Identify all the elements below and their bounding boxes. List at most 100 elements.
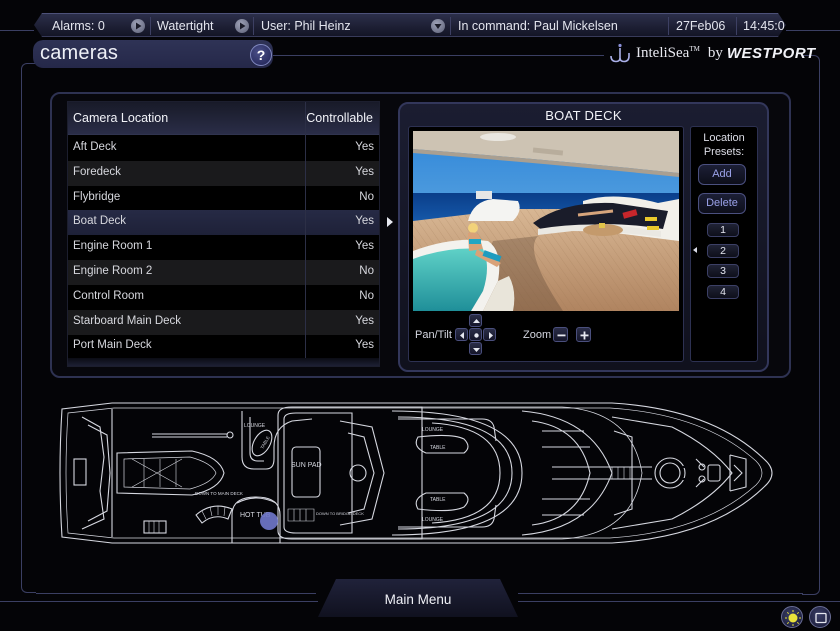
minus-icon — [557, 334, 566, 337]
column-divider — [305, 102, 306, 360]
help-button[interactable]: ? — [250, 44, 272, 66]
zoom-out-button[interactable] — [553, 327, 568, 342]
frame-bottom-rule-left — [36, 593, 316, 594]
brand-by: by — [707, 44, 723, 61]
camera-location-cell: Starboard Main Deck — [73, 314, 182, 327]
boat-deck-camera-image — [413, 131, 679, 311]
camera-location-cell: Foredeck — [73, 165, 121, 178]
user-dropdown-button[interactable] — [431, 19, 445, 33]
arrow-right-icon — [489, 332, 493, 339]
separator — [668, 17, 669, 35]
separator — [253, 17, 254, 35]
table-row[interactable]: Port Main Deck Yes — [68, 334, 379, 359]
table-footer — [68, 358, 379, 366]
chevron-down-icon — [431, 19, 445, 33]
controllable-cell: Yes — [355, 240, 374, 253]
table-row[interactable]: Aft Deck Yes — [68, 136, 379, 161]
table-row[interactable]: Engine Room 2 No — [68, 260, 379, 285]
frame-line-top-right — [786, 30, 840, 31]
table-row[interactable]: Engine Room 1 Yes — [68, 235, 379, 260]
trademark: TM — [689, 44, 700, 53]
table-row[interactable]: Flybridge No — [68, 186, 379, 211]
label-lounge-top: LOUNGE — [422, 427, 444, 433]
camera-location-cell: Boat Deck — [73, 215, 127, 228]
location-presets-label: Location Presets: — [703, 132, 745, 158]
camera-location-cell: Engine Room 2 — [73, 265, 153, 277]
zoom-label: Zoom — [523, 329, 552, 341]
separator — [150, 17, 151, 35]
brand-name-text: InteliSea — [636, 44, 690, 61]
play-arrow-icon — [235, 19, 249, 33]
brand-logo: InteliSeaTM by WESTPORT — [608, 42, 816, 64]
date: 27Feb06 — [676, 19, 726, 33]
preset-button-3[interactable]: 3 — [707, 264, 739, 278]
camera-video-feed[interactable] — [413, 131, 679, 311]
frame-base-line — [0, 601, 318, 602]
add-preset-button[interactable]: Add — [698, 164, 746, 185]
table-header: Camera Location Controllable — [68, 102, 379, 135]
table-row[interactable]: Foredeck Yes — [68, 160, 379, 186]
tilt-down-button[interactable] — [469, 342, 482, 355]
preset-button-4[interactable]: 4 — [707, 284, 739, 299]
intelisea-anchor-icon — [610, 43, 630, 63]
frame-title-rule — [272, 55, 604, 56]
controllable-cell: Yes — [355, 314, 374, 327]
label-lounge-aft: LOUNGE — [244, 423, 266, 429]
selected-row-arrow-icon — [387, 217, 393, 227]
watertight-arrow-button[interactable] — [235, 19, 249, 33]
controllable-cell: No — [359, 190, 374, 203]
camera-location-cell: Flybridge — [73, 190, 121, 203]
table-row[interactable]: Boat Deck Yes — [68, 210, 379, 236]
label-down-to-main-deck: DOWN TO MAIN DECK — [195, 491, 243, 496]
alarms-arrow-button[interactable] — [131, 19, 145, 33]
controllable-cell: No — [359, 265, 374, 277]
label-table-bottom: TABLE — [430, 497, 446, 503]
in-command: In command: Paul Mickelsen — [458, 19, 618, 33]
page-title: cameras — [40, 42, 119, 64]
display-mode-button[interactable] — [809, 606, 831, 628]
frame-bottom-rule-right — [518, 593, 803, 594]
preset-button-2[interactable]: 2 — [707, 243, 739, 258]
sun-icon — [785, 610, 801, 626]
plus-icon — [580, 331, 589, 340]
pan-right-button[interactable] — [483, 328, 496, 341]
deck-plan-outline — [59, 402, 773, 544]
controllable-cell: Yes — [355, 215, 374, 228]
label-down-to-bridge-deck: DOWN TO BRIDGE DECK — [316, 511, 364, 516]
zoom-in-button[interactable] — [576, 327, 591, 342]
camera-location-cell: Engine Room 1 — [73, 240, 153, 253]
table-row[interactable]: Starboard Main Deck Yes — [68, 309, 379, 335]
controllable-cell: Yes — [355, 165, 374, 178]
frame-left-bracket — [21, 63, 36, 593]
frame-base-line-right — [518, 601, 840, 602]
camera-location-marker[interactable] — [260, 512, 278, 530]
tilt-up-button[interactable] — [469, 314, 482, 327]
arrow-left-icon — [460, 332, 464, 339]
separator — [450, 17, 451, 35]
brand-company: WESTPORT — [726, 44, 816, 62]
brightness-button[interactable] — [781, 606, 803, 628]
label-sun-pad: SUN PAD — [291, 462, 322, 469]
main-menu-label: Main Menu — [384, 592, 452, 607]
arrow-up-icon — [473, 319, 480, 323]
screen-icon — [815, 612, 827, 624]
watertight-status: Watertight — [157, 19, 214, 33]
separator — [736, 17, 737, 35]
camera-location-cell: Aft Deck — [73, 141, 117, 153]
alarms-count: Alarms: 0 — [52, 19, 105, 33]
delete-preset-button[interactable]: Delete — [698, 193, 746, 214]
pan-tilt-center-button[interactable] — [469, 328, 482, 341]
yacht-deck-plan: LOUNGE TABLE DOWN TO MAIN DECK HOT TUB S… — [59, 402, 773, 544]
arrow-down-icon — [473, 348, 480, 352]
table-row[interactable]: Control Room No — [68, 285, 379, 310]
controllable-cell: Yes — [355, 141, 374, 153]
time: 14:45:03 — [743, 19, 792, 33]
frame-brand-rule — [802, 55, 820, 595]
pan-left-button[interactable] — [455, 328, 468, 341]
center-dot-icon — [474, 333, 479, 338]
preset-button-1[interactable]: 1 — [707, 223, 739, 237]
brand-name: InteliSeaTM — [636, 45, 700, 62]
play-arrow-icon — [131, 19, 145, 33]
frame-line-top-left — [0, 30, 34, 31]
camera-location-cell: Port Main Deck — [73, 339, 152, 352]
